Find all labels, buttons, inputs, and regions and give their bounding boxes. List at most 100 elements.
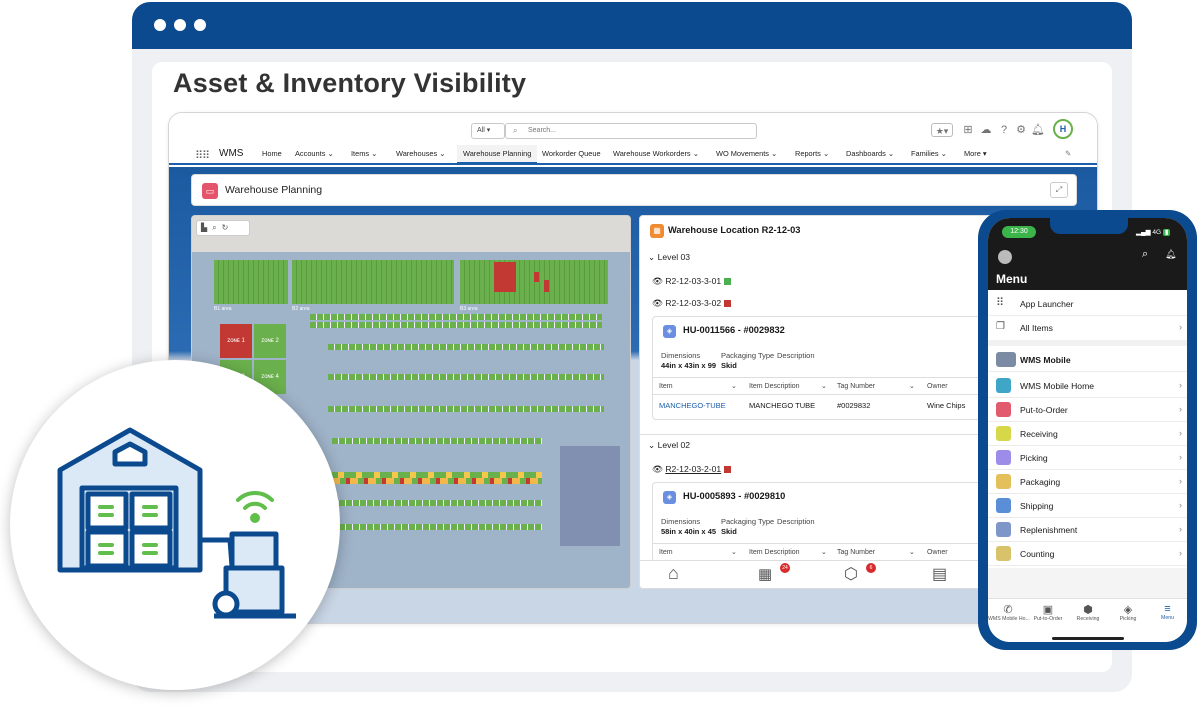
floor-toolbar[interactable]: ▙⌕↻ xyxy=(196,220,250,236)
search-scope-select[interactable]: All ▾ xyxy=(471,123,505,139)
occupied-slot[interactable] xyxy=(534,272,539,282)
col-item-description[interactable]: Item Description xyxy=(749,383,800,390)
add-icon[interactable]: ⊞ xyxy=(961,123,975,137)
nav-item-warehouses[interactable]: Warehouses ⌄ xyxy=(396,149,445,158)
rack-row[interactable] xyxy=(328,374,604,380)
rack-row[interactable] xyxy=(332,438,542,444)
rack-row[interactable] xyxy=(328,406,604,412)
col-tag-number[interactable]: Tag Number xyxy=(837,549,875,556)
nav-item-items[interactable]: Items ⌄ xyxy=(351,149,377,158)
nav-item-dashboards[interactable]: Dashboards ⌄ xyxy=(846,149,894,158)
network-indicator: ▂▄▆ 4G ▮ xyxy=(1136,229,1171,236)
expand-icon[interactable]: ⤢ xyxy=(1050,182,1068,198)
occupied-slot[interactable] xyxy=(544,280,549,292)
menu-item-shipping[interactable]: Shipping › xyxy=(988,494,1187,518)
window-dot-icon[interactable] xyxy=(154,19,166,31)
menu-item-wms-mobile-home[interactable]: WMS Mobile Home › xyxy=(988,374,1187,398)
bin-row[interactable]: 👁︎ R2-12-03-3-01 xyxy=(652,276,731,287)
tab-receiving[interactable]: ⬢ Receiving xyxy=(1068,603,1108,622)
avatar[interactable]: H xyxy=(1053,119,1073,139)
nav-item-workorder-queue[interactable]: Workorder Queue xyxy=(542,149,601,158)
nav-item-more[interactable]: More ▾ xyxy=(964,149,987,158)
app-launcher-icon: ⠿ xyxy=(996,297,1005,309)
shelf-icon[interactable]: ▤ xyxy=(932,564,947,584)
box-icon xyxy=(996,402,1011,417)
edit-nav-icon[interactable]: ✎ xyxy=(1065,149,1071,158)
global-search-input[interactable]: ⌕ Search... xyxy=(505,123,757,139)
nav-item-accounts[interactable]: Accounts ⌄ xyxy=(295,149,334,158)
dim-value: 44in x 43in x 99 xyxy=(661,361,717,370)
nav-item-home[interactable]: Home xyxy=(262,149,282,158)
nav-item-warehouse-planning[interactable]: Warehouse Planning xyxy=(457,145,538,164)
help-icon[interactable]: ? xyxy=(997,123,1011,137)
item-link[interactable]: MANCHEGO-TUBE xyxy=(659,401,726,410)
occupied-slot[interactable] xyxy=(494,262,516,292)
bin-row[interactable]: 👁︎ R2-12-03-2-01 xyxy=(652,464,731,475)
menu-item-app-launcher[interactable]: ⠿ App Launcher xyxy=(988,292,1187,316)
rack-block[interactable] xyxy=(214,260,288,304)
rack-row[interactable] xyxy=(310,314,602,320)
count-badge: 6 xyxy=(866,563,876,573)
zone-block[interactable]: ᴢᴏɴᴇ 1 xyxy=(220,324,252,358)
nav-item-warehouse-workorders[interactable]: Warehouse Workorders ⌄ xyxy=(613,149,699,158)
zone-block[interactable]: ᴢᴏɴᴇ 2 xyxy=(254,324,286,358)
gear-icon[interactable]: ⚙ xyxy=(1014,123,1028,137)
rack-block[interactable] xyxy=(460,260,608,304)
tab-picking[interactable]: ◈ Picking xyxy=(1108,603,1148,622)
level-03-toggle[interactable]: ⌄ Level 03 xyxy=(648,252,690,263)
rack-row[interactable] xyxy=(310,322,602,328)
window-dot-icon[interactable] xyxy=(194,19,206,31)
col-tag-number[interactable]: Tag Number xyxy=(837,383,875,390)
eye-icon[interactable]: 👁︎ xyxy=(652,464,663,474)
menu-item-replenishment[interactable]: Replenishment › xyxy=(988,518,1187,542)
trailhead-icon[interactable]: ☁ xyxy=(979,123,993,137)
chevron-right-icon: › xyxy=(1179,322,1182,332)
rack-block[interactable] xyxy=(292,260,454,304)
bell-icon[interactable]: 🔔︎ xyxy=(1165,249,1176,260)
warehouse-icon[interactable]: ⌂ xyxy=(668,563,679,584)
level-02-toggle[interactable]: ⌄ Level 02 xyxy=(648,440,690,451)
avatar[interactable] xyxy=(998,250,1012,264)
diamond-icon xyxy=(996,450,1011,465)
boxes-icon[interactable]: ▦ xyxy=(758,565,772,583)
hu-id: HU-0011566 - #0029832 xyxy=(683,325,785,335)
col-owner[interactable]: Owner xyxy=(927,549,948,556)
menu-item-all-items[interactable]: ❐ All Items › xyxy=(988,316,1187,346)
tab-wms-mobile-home[interactable]: ✆ WMS Mobile Ho... xyxy=(988,603,1030,622)
cloud-icon xyxy=(996,352,1016,367)
menu-item-picking[interactable]: Picking › xyxy=(988,446,1187,470)
cube-icon: ◈ xyxy=(663,491,676,504)
tab-menu[interactable]: ≡ Menu xyxy=(1148,603,1187,621)
nav-item-reports[interactable]: Reports ⌄ xyxy=(795,149,829,158)
nav-item-wo-movements[interactable]: WO Movements ⌄ xyxy=(716,149,777,158)
col-item[interactable]: Item xyxy=(659,549,673,556)
app-launcher-icon[interactable]: ⠿⠿ xyxy=(195,149,210,162)
desc-label: Description xyxy=(777,517,815,526)
menu-item-packaging[interactable]: Packaging › xyxy=(988,470,1187,494)
favorites-icon[interactable]: ★▾ xyxy=(931,123,953,137)
pack-label: Packaging Type xyxy=(721,517,775,526)
package-icon[interactable]: ⬡ xyxy=(844,564,858,584)
window-dot-icon[interactable] xyxy=(174,19,186,31)
rack-row[interactable] xyxy=(332,500,542,506)
col-item-description[interactable]: Item Description xyxy=(749,549,800,556)
search-icon[interactable]: ⌕ xyxy=(1142,248,1148,261)
status-chip xyxy=(723,278,731,286)
menu-item-put-to-order[interactable]: Put-to-Order › xyxy=(988,398,1187,422)
nav-item-families[interactable]: Families ⌄ xyxy=(911,149,947,158)
rack-row[interactable] xyxy=(332,478,542,484)
phone-time: 12:30 xyxy=(1002,226,1036,238)
tab-put-to-order[interactable]: ▣ Put-to-Order xyxy=(1028,603,1068,622)
col-owner[interactable]: Owner xyxy=(927,383,948,390)
menu-item-counting[interactable]: Counting › xyxy=(988,542,1187,566)
menu-item-receiving[interactable]: Receiving › xyxy=(988,422,1187,446)
eye-icon[interactable]: 👁︎ xyxy=(652,276,663,286)
bell-icon[interactable]: 🔔︎ xyxy=(1031,123,1045,137)
tab-bar: ✆ WMS Mobile Ho... ▣ Put-to-Order ⬢ Receivi… xyxy=(988,598,1187,642)
rack-row[interactable] xyxy=(328,344,604,350)
eye-icon[interactable]: 👁︎ xyxy=(652,298,663,308)
rack-row[interactable] xyxy=(332,524,542,530)
cube-icon xyxy=(996,498,1011,513)
bin-row[interactable]: 👁︎ R2-12-03-3-02 xyxy=(652,298,731,309)
col-item[interactable]: Item xyxy=(659,383,673,390)
